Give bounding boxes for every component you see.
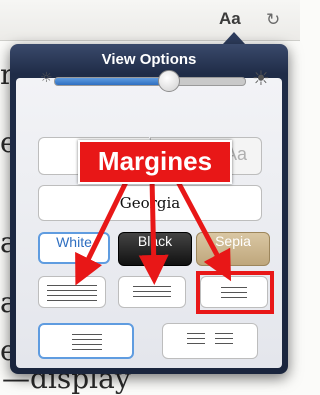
callout-label: Margines: [97, 146, 213, 176]
margins-callout: Margines: [78, 140, 232, 184]
annotation-arrows: [75, 176, 232, 286]
